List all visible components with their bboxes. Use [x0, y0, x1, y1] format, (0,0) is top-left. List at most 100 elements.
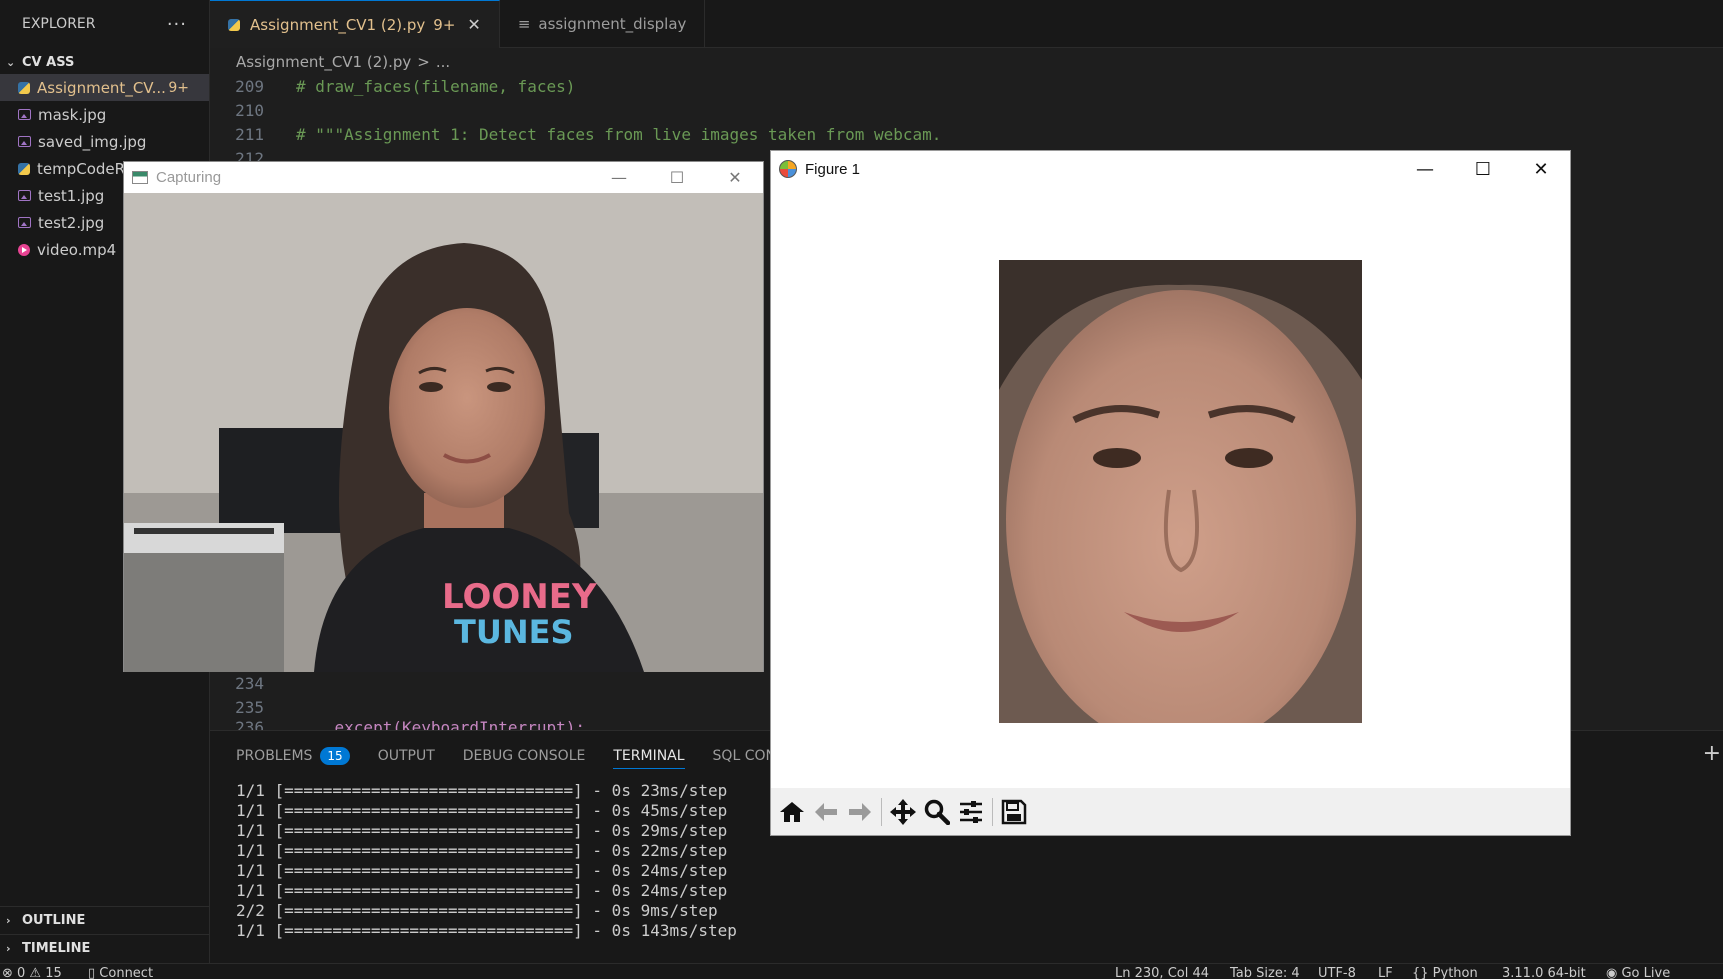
status-interpreter[interactable]: 3.11.0 64-bit	[1502, 966, 1586, 979]
configure-subplots-icon[interactable]	[954, 794, 988, 830]
file-name: video.mp4	[37, 240, 117, 259]
folder-cv-ass[interactable]: ⌄ CV ASS	[0, 50, 209, 74]
code-line: 236 except(KeyboardInterrupt):	[210, 718, 585, 730]
face-crop-image	[999, 260, 1362, 723]
tab-assignment-cv1[interactable]: Assignment_CV1 (2).py 9+ ✕	[210, 0, 500, 48]
chevron-right-icon: ›	[6, 914, 11, 927]
file-item-assignment[interactable]: Assignment_CV... 9+	[0, 74, 209, 101]
python-file-icon	[18, 81, 30, 94]
new-terminal-icon[interactable]: +	[1703, 741, 1721, 766]
chevron-down-icon: ⌄	[6, 55, 16, 69]
file-name: tempCodeR	[37, 159, 126, 178]
window-controls: — ☐ ✕	[590, 162, 764, 193]
terminal-line: 1/1 [==============================] - 0…	[236, 921, 737, 940]
outline-section[interactable]: › OUTLINE	[0, 906, 210, 934]
maximize-icon[interactable]: ☐	[648, 162, 706, 193]
status-eol[interactable]: LF	[1378, 966, 1393, 979]
terminal-line: 1/1 [==============================] - 0…	[236, 781, 728, 800]
figure-canvas[interactable]	[771, 187, 1570, 739]
terminal-line: 1/1 [==============================] - 0…	[236, 821, 728, 840]
file-name: test2.jpg	[38, 213, 105, 232]
line-number: 235	[235, 697, 264, 717]
close-icon[interactable]: ✕	[467, 15, 480, 34]
shirt-text-looney: LOONEY	[442, 577, 597, 617]
code-text: except(KeyboardInterrupt):	[296, 718, 585, 730]
line-number: 210	[235, 100, 264, 120]
tab-label: assignment_display	[538, 15, 687, 33]
python-file-icon	[228, 18, 240, 31]
tab-output[interactable]: OUTPUT	[378, 743, 435, 769]
line-number: 209	[235, 76, 264, 96]
status-encoding[interactable]: UTF-8	[1318, 966, 1356, 979]
status-bar: ⊗ 0 ⚠ 15 ▯ Connect Ln 230, Col 44 Tab Si…	[0, 963, 1723, 979]
minimize-icon[interactable]: —	[1396, 151, 1454, 187]
status-connect[interactable]: ▯ Connect	[88, 966, 153, 979]
status-go-live[interactable]: ◉ Go Live	[1606, 966, 1670, 979]
explorer-header: EXPLORER ···	[0, 0, 209, 48]
code-line: 234	[210, 671, 296, 695]
tab-assignment-display[interactable]: ≡ assignment_display	[500, 0, 706, 48]
tab-label: Assignment_CV1 (2).py	[250, 15, 426, 34]
file-name: test1.jpg	[38, 186, 105, 205]
image-file-icon	[18, 217, 31, 228]
tab-terminal[interactable]: TERMINAL	[613, 743, 685, 769]
capturing-window[interactable]: Capturing — ☐ ✕ LOONEY TUNES	[123, 161, 764, 672]
file-name: mask.jpg	[38, 105, 107, 124]
status-language[interactable]: {} Python	[1412, 966, 1478, 979]
status-cursor-position[interactable]: Ln 230, Col 44	[1115, 966, 1209, 979]
status-tab-size[interactable]: Tab Size: 4	[1230, 966, 1300, 979]
chevron-right-icon: ›	[6, 942, 11, 955]
figure-window[interactable]: Figure 1 — ☐ ✕	[770, 150, 1571, 836]
problem-count-badge: 9+	[168, 79, 189, 96]
tab-problem-badge: 9+	[433, 15, 456, 34]
video-file-icon	[18, 243, 30, 256]
home-icon[interactable]	[775, 794, 809, 830]
file-name: Assignment_CV...	[37, 78, 166, 97]
connect-label: Connect	[99, 966, 154, 979]
python-file-icon	[18, 162, 30, 175]
text-file-icon: ≡	[517, 15, 531, 33]
file-item-mask[interactable]: mask.jpg	[0, 101, 209, 128]
breadcrumb-file[interactable]: Assignment_CV1 (2).py	[236, 53, 411, 71]
face-crop-drawing	[999, 260, 1362, 723]
tab-debug-console[interactable]: DEBUG CONSOLE	[463, 743, 586, 769]
window-controls: — ☐ ✕	[1396, 151, 1570, 187]
tab-problems[interactable]: PROBLEMS 15	[236, 743, 350, 769]
tab-label: PROBLEMS	[236, 748, 313, 764]
more-actions-icon[interactable]: ···	[167, 14, 187, 35]
window-title: Capturing	[156, 169, 222, 186]
back-arrow-icon[interactable]	[809, 794, 843, 830]
image-file-icon	[18, 190, 31, 201]
timeline-section[interactable]: › TIMELINE	[0, 934, 210, 962]
breadcrumb-symbol[interactable]: ...	[436, 53, 450, 71]
image-file-icon	[18, 136, 31, 147]
pan-icon[interactable]	[886, 794, 920, 830]
code-text: # """Assignment 1: Detect faces from liv…	[296, 124, 942, 144]
close-icon[interactable]: ✕	[706, 162, 764, 193]
zoom-icon[interactable]	[920, 794, 954, 830]
save-icon[interactable]	[997, 794, 1031, 830]
close-icon[interactable]: ✕	[1512, 151, 1570, 187]
timeline-label: TIMELINE	[22, 941, 91, 956]
minimize-icon[interactable]: —	[590, 162, 648, 193]
file-item-saved-img[interactable]: saved_img.jpg	[0, 128, 209, 155]
status-problems[interactable]: ⊗ 0 ⚠ 15	[2, 966, 62, 979]
code-line: 235	[210, 695, 296, 719]
shirt-text-tunes: TUNES	[454, 613, 574, 651]
line-number: 234	[235, 673, 264, 693]
outline-label: OUTLINE	[22, 913, 86, 928]
tab-label: OUTPUT	[377, 748, 435, 764]
webcam-frame: LOONEY TUNES	[124, 193, 763, 672]
toolbar-separator	[992, 797, 993, 826]
webcam-image: LOONEY TUNES	[124, 193, 763, 672]
terminal-output[interactable]: 1/1 [==============================] - 0…	[236, 781, 737, 941]
line-number: 211	[235, 124, 264, 144]
explorer-title: EXPLORER	[22, 16, 96, 32]
database-icon: ▯	[88, 966, 100, 979]
breadcrumb-separator: >	[417, 53, 430, 71]
maximize-icon[interactable]: ☐	[1454, 151, 1512, 187]
forward-arrow-icon[interactable]	[843, 794, 877, 830]
terminal-line: 1/1 [==============================] - 0…	[236, 881, 728, 900]
broadcast-icon: ◉	[1606, 966, 1622, 979]
breadcrumb: Assignment_CV1 (2).py > ...	[236, 51, 456, 73]
